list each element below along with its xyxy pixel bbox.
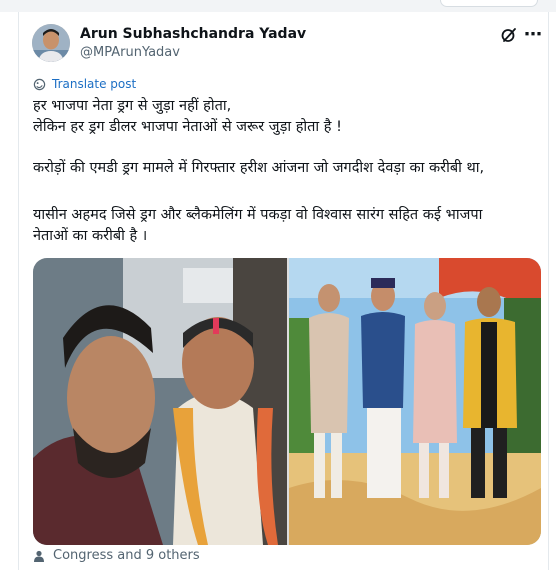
grok-icon[interactable]: [500, 26, 518, 44]
post-text-line-5: नेताओं का करीबी है ।: [33, 228, 148, 244]
post-text-line-1: हर भाजपा नेता ड्रग से जुड़ा नहीं होता,: [33, 98, 232, 114]
translate-post-link[interactable]: Translate post: [33, 77, 136, 91]
photo-right[interactable]: [289, 258, 541, 545]
post-text-line-2: लेकिन हर ड्रग डीलर भाजपा नेताओं से जरूर …: [33, 119, 342, 135]
post-text-line-3: करोड़ों की एमडी ड्रग मामले में गिरफ्तार …: [33, 160, 485, 176]
post-text-line-4: यासीन अहमद जिसे ड्रग और ब्लैकमेलिंग में …: [33, 207, 483, 223]
more-options-icon[interactable]: ⋯: [524, 24, 543, 45]
person-icon: [34, 550, 44, 562]
post-media[interactable]: [33, 258, 541, 545]
selfie-photo: [33, 258, 287, 545]
timeline-border-right: [548, 12, 549, 570]
timeline-border-left: [18, 12, 19, 570]
avatar-image: [32, 24, 70, 62]
translate-label[interactable]: Translate post: [52, 77, 136, 91]
globe-icon: [33, 78, 46, 90]
author-handle[interactable]: @MPArunYadav: [80, 45, 180, 60]
photo-left[interactable]: [33, 258, 287, 545]
avatar[interactable]: [32, 24, 70, 62]
liked-by-row[interactable]: Congress and 9 others: [33, 548, 200, 563]
author-name[interactable]: Arun Subhashchandra Yadav: [80, 26, 306, 42]
browser-top-strip: [0, 0, 556, 12]
top-tab-edge: [440, 0, 538, 7]
liked-by-text[interactable]: Congress and 9 others: [53, 548, 200, 563]
group-photo: [289, 258, 541, 545]
